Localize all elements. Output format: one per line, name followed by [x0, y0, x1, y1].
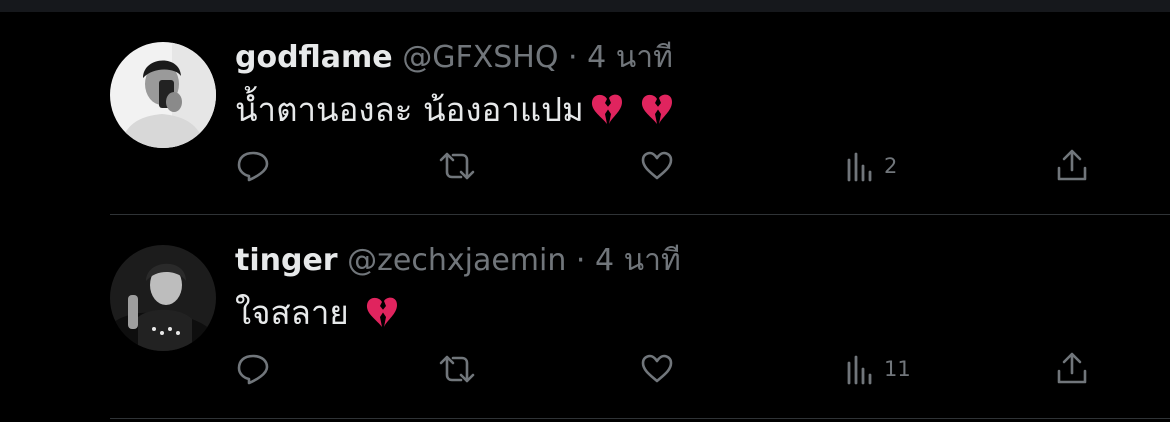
tweet-header: tinger @zechxjaemin · 4 นาที — [235, 243, 681, 279]
handle[interactable]: @GFXSHQ — [402, 40, 558, 75]
broken-heart-icon — [640, 93, 674, 134]
separator: · — [568, 40, 578, 75]
display-name[interactable]: tinger — [235, 243, 338, 278]
timestamp[interactable]: 4 นาที — [587, 40, 673, 75]
tweet[interactable]: godflame @GFXSHQ · 4 นาที น้ำตานองละ น้อ… — [0, 12, 1170, 215]
tweet-divider — [110, 418, 1170, 419]
bar-chart-icon — [846, 150, 874, 182]
retweet-button[interactable] — [439, 353, 485, 385]
share-icon — [1056, 351, 1088, 385]
tweet-text: ใจสลาย — [235, 293, 399, 337]
retweet-icon — [439, 150, 475, 182]
timestamp[interactable]: 4 นาที — [595, 243, 681, 278]
views-count: 2 — [884, 154, 898, 178]
like-button[interactable] — [640, 353, 684, 385]
tweet[interactable]: tinger @zechxjaemin · 4 นาที ใจสลาย 11 — [0, 215, 1170, 418]
share-button[interactable] — [1056, 351, 1098, 385]
top-strip — [0, 0, 1170, 12]
retweet-button[interactable] — [439, 150, 485, 182]
like-icon — [640, 353, 674, 385]
reply-button[interactable] — [236, 353, 280, 385]
views-button[interactable]: 2 — [846, 150, 897, 182]
retweet-icon — [439, 353, 475, 385]
like-button[interactable] — [640, 150, 684, 182]
broken-heart-icon — [590, 93, 624, 134]
share-icon — [1056, 148, 1088, 182]
share-button[interactable] — [1056, 148, 1098, 182]
bar-chart-icon — [846, 353, 874, 385]
separator: · — [575, 243, 586, 278]
tweet-text: น้ำตานองละ น้องอาแปม — [235, 90, 674, 134]
avatar[interactable] — [110, 42, 216, 148]
reply-icon — [236, 353, 270, 385]
views-count: 11 — [884, 357, 911, 381]
display-name[interactable]: godflame — [235, 40, 393, 75]
avatar[interactable] — [110, 245, 216, 351]
tweet-text-content: ใจสลาย — [235, 293, 349, 332]
handle[interactable]: @zechxjaemin — [347, 243, 566, 278]
reply-button[interactable] — [236, 150, 280, 182]
tweet-text-content: น้ำตานองละ น้องอาแปม — [235, 90, 584, 129]
like-icon — [640, 150, 674, 182]
views-button[interactable]: 11 — [846, 353, 911, 385]
broken-heart-icon — [365, 296, 399, 337]
tweet-header: godflame @GFXSHQ · 4 นาที — [235, 40, 673, 76]
reply-icon — [236, 150, 270, 182]
